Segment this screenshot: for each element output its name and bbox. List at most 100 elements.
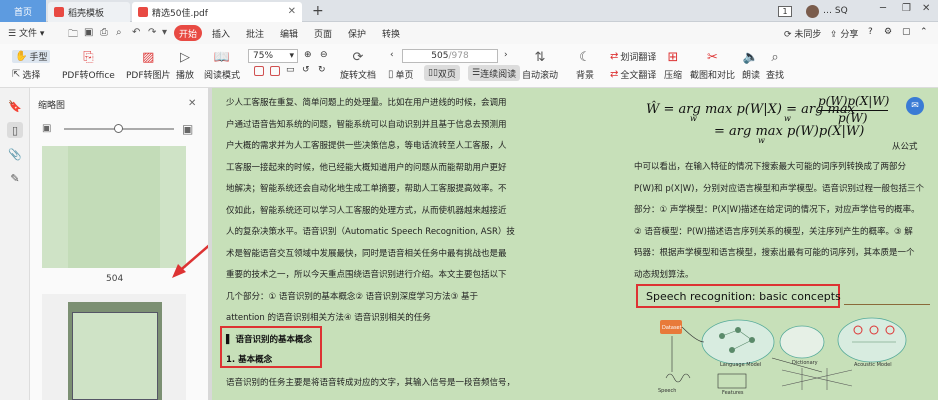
- rotate-right-icon[interactable]: ↻: [318, 65, 326, 75]
- acoustic-model-label: Acoustic Model: [854, 362, 892, 368]
- rotate-left-icon[interactable]: ↺: [302, 65, 310, 75]
- save-icon[interactable]: ▣: [84, 27, 93, 38]
- zoom-out-icon[interactable]: ⊖: [320, 50, 328, 60]
- menu-edit[interactable]: 编辑: [280, 27, 298, 40]
- double-page-icon: ▯▯: [428, 68, 438, 78]
- word-translate-button[interactable]: ⇄ 划词翻译: [610, 50, 656, 63]
- pdf-to-office-button[interactable]: ⎘ PDF转Office: [62, 48, 115, 82]
- menu-page[interactable]: 页面: [314, 27, 332, 40]
- tab-document[interactable]: 精选50佳.pdf ✕: [132, 2, 302, 22]
- more-icon[interactable]: ▾: [162, 27, 167, 38]
- redo-icon[interactable]: ↷: [148, 27, 156, 38]
- hand-tool[interactable]: ✋ 手型: [12, 50, 51, 63]
- document-view: 少人工客服在重复、简单问题上的处理量。比如在用户进线的时候，会调用 户通过语音告…: [212, 88, 938, 400]
- sync-status[interactable]: ⟳ 未同步: [784, 27, 821, 40]
- menu-protect[interactable]: 保护: [348, 27, 366, 40]
- translate-fab-icon[interactable]: ✉: [906, 97, 924, 115]
- doc-line: 语音识别的任务主要是将语音转成对应的文字，其输入信号是一段音频信号，: [226, 378, 516, 388]
- left-sidebar: 🔖 ▯ 📎 ✎: [0, 88, 30, 400]
- settings-icon[interactable]: ⚙: [884, 27, 892, 37]
- close-window-icon[interactable]: ✕: [922, 3, 930, 14]
- close-panel-icon[interactable]: ✕: [188, 98, 196, 109]
- dictionary-ellipse: [779, 325, 825, 359]
- rotate-document-button[interactable]: ⟳ 旋转文档: [340, 48, 376, 82]
- search-button[interactable]: ⌕ 查找: [766, 48, 784, 82]
- tab-templates[interactable]: 稻壳模板: [48, 2, 130, 22]
- compress-icon: ⊞: [667, 49, 679, 65]
- thumbnail-page-504[interactable]: [42, 146, 186, 268]
- collapse-ribbon-icon[interactable]: ⌃: [920, 27, 928, 37]
- menu-convert[interactable]: 转换: [382, 27, 400, 40]
- doc-line: 少人工客服在重复、简单问题上的处理量。比如在用户进线的时候，会调用: [226, 98, 507, 108]
- background-button[interactable]: ☾ 背景: [576, 48, 594, 82]
- screenshot-icon: ✂: [707, 49, 718, 65]
- doc-line: 重要的技术之一，所以今天重点围绕语音识别进行介绍。本文主要包括以下: [226, 270, 507, 280]
- zoom-select[interactable]: 75% ▾: [248, 49, 298, 63]
- cursor-icon: ⇱: [12, 69, 21, 80]
- preview-icon[interactable]: ⌕: [116, 27, 122, 38]
- auto-scroll-button[interactable]: ⇅ 自动滚动: [522, 48, 558, 82]
- menu-bar: ☰ 文件 ▾ 🗀 ▣ ⎙ ⌕ ↶ ↷ ▾ 开始 插入 批注 编辑 页面 保护 转…: [0, 22, 938, 44]
- image-convert-icon: ▨: [142, 49, 155, 65]
- full-translate-button[interactable]: ⇄ 全文翻译: [610, 68, 656, 81]
- book-icon: 📖: [213, 49, 231, 65]
- play-button[interactable]: ▷ 播放: [176, 48, 194, 82]
- speech-recognition-diagram: Dataset Language Model Dictionary Acoust…: [652, 312, 912, 400]
- menu-start[interactable]: 开始: [174, 25, 202, 41]
- attachment-icon[interactable]: 📎: [7, 146, 23, 162]
- language-model-label: Language Model: [720, 362, 762, 368]
- thumbnail-page-505[interactable]: [42, 294, 186, 400]
- dataset-label: Dataset: [662, 325, 682, 331]
- undo-icon[interactable]: ↶: [132, 27, 140, 38]
- signature-icon[interactable]: ✎: [7, 170, 23, 186]
- large-image-icon: ▣: [182, 122, 194, 136]
- menu-annotate[interactable]: 批注: [246, 27, 264, 40]
- select-tool[interactable]: ⇱ 选择: [12, 68, 40, 81]
- page-number-input[interactable]: 505/978: [402, 49, 498, 63]
- single-page-button[interactable]: ▯ 单页: [388, 68, 414, 81]
- zoom-in-icon[interactable]: ⊕: [304, 50, 312, 60]
- avatar[interactable]: [806, 5, 819, 18]
- page-indicator[interactable]: 1: [778, 6, 792, 17]
- hand-icon: ✋: [15, 51, 28, 62]
- maximize-icon[interactable]: ❐: [902, 3, 911, 14]
- next-page-icon[interactable]: ›: [504, 50, 508, 60]
- compress-button[interactable]: ⊞ 压缩: [664, 48, 682, 82]
- prev-page-icon[interactable]: ‹: [390, 50, 394, 60]
- doc-line: 人的复杂决策水平。语音识别（Automatic Speech Recogniti…: [226, 227, 515, 237]
- actual-size-icon[interactable]: ▭: [286, 65, 295, 75]
- share-button[interactable]: ⇪ 分享: [830, 27, 858, 40]
- pdf-icon: [138, 7, 148, 17]
- help-icon[interactable]: ?: [868, 27, 873, 37]
- play-icon: ▷: [180, 49, 190, 65]
- slider-handle[interactable]: [114, 124, 123, 133]
- minimize-icon[interactable]: ─: [880, 3, 886, 14]
- continuous-read-button[interactable]: ☰ 连续阅读: [468, 65, 521, 81]
- title-underline: [844, 304, 930, 305]
- screenshot-compare-button[interactable]: ✂ 截图和对比: [690, 48, 735, 82]
- read-aloud-button[interactable]: 🔈 朗读: [742, 48, 760, 82]
- search-icon: ⌕: [771, 49, 779, 65]
- print-icon[interactable]: ⎙: [100, 27, 108, 38]
- new-tab-icon[interactable]: +: [312, 3, 324, 19]
- pdf-to-image-button[interactable]: ▨ PDF转图片: [126, 48, 171, 82]
- fit-page-icon[interactable]: [254, 66, 264, 76]
- close-tab-icon[interactable]: ✕: [288, 6, 296, 17]
- file-menu[interactable]: ☰ 文件 ▾: [8, 26, 44, 39]
- rotate-doc-icon: ⟳: [352, 49, 364, 65]
- toolbar: ✋ 手型 ⇱ 选择 ⎘ PDF转Office ▨ PDF转图片 ▷ 播放 📖 阅读模…: [0, 44, 938, 88]
- doc-line: P(W)和 p(X|W)，分别对应语言模型和声学模型。语音识别过程一般包括三个: [634, 184, 924, 194]
- bookmark-icon[interactable]: 🔖: [7, 98, 23, 114]
- read-mode-button[interactable]: 📖 阅读模式: [204, 48, 240, 82]
- user-name[interactable]: … SQ: [823, 6, 848, 16]
- window-layout-icon[interactable]: ▢: [902, 27, 911, 37]
- translate-icon: ⇄: [610, 51, 619, 62]
- double-page-button[interactable]: ▯▯ 双页: [424, 65, 460, 81]
- thumbnail-icon[interactable]: ▯: [7, 122, 23, 138]
- tab-document-label: 精选50佳.pdf: [152, 8, 208, 19]
- fit-width-icon[interactable]: [270, 66, 280, 76]
- open-icon[interactable]: 🗀: [68, 27, 78, 44]
- tab-home[interactable]: 首页: [0, 0, 46, 22]
- menu-insert[interactable]: 插入: [212, 27, 230, 40]
- formula-subscript: w: [758, 136, 765, 145]
